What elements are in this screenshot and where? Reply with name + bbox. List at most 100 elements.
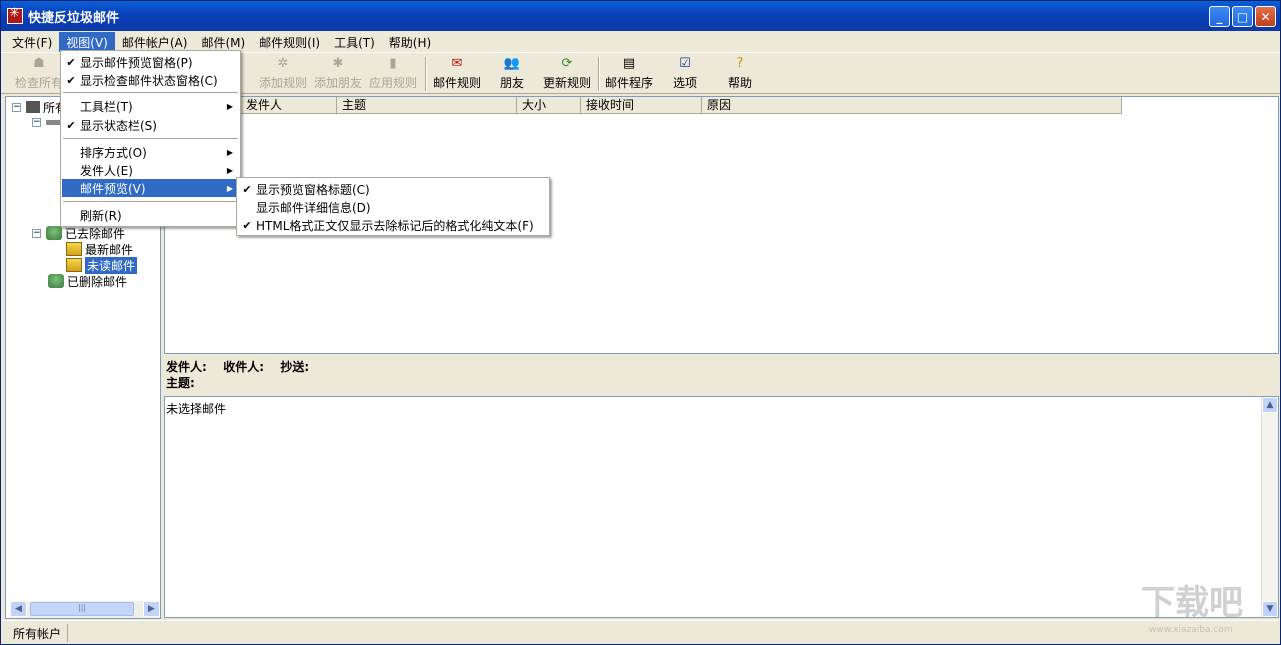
- menu-mail-preview-label: 邮件预览(V): [80, 181, 146, 196]
- toolbar-separator: [425, 57, 427, 91]
- friends-label: 朋友: [500, 76, 525, 90]
- update-rules-button[interactable]: ⟳ 更新规则: [543, 56, 591, 92]
- from-label: 发件人:: [166, 360, 207, 374]
- menu-rules[interactable]: 邮件规则(I): [252, 32, 327, 53]
- tree-removed-folder[interactable]: − 已去除邮件: [32, 225, 125, 241]
- tree-unread-folder[interactable]: 未读邮件: [66, 256, 138, 274]
- deleted-folder-label: 已删除邮件: [67, 274, 128, 289]
- help-button[interactable]: ? 帮助: [728, 56, 752, 92]
- menu-show-preview-pane-label: 显示邮件预览窗格(P): [80, 55, 193, 70]
- scroll-left-button[interactable]: ◀: [10, 601, 27, 617]
- checkmark-icon: ✔: [66, 118, 76, 132]
- title-bar[interactable]: 快捷反垃圾邮件 _ □ ✕: [1, 1, 1280, 31]
- help-icon: ?: [736, 56, 744, 71]
- menu-sender[interactable]: 发件人(E) ▶: [62, 161, 239, 179]
- preview-body-text: 未选择邮件: [166, 402, 227, 416]
- maximize-button[interactable]: □: [1232, 6, 1253, 27]
- scroll-up-button[interactable]: ▲: [1262, 397, 1278, 413]
- vertical-scrollbar[interactable]: ▲ ▼: [1261, 397, 1278, 617]
- menu-sort-label: 排序方式(O): [80, 145, 147, 160]
- add-friend-button[interactable]: ✱ 添加朋友: [314, 56, 362, 92]
- submenu-arrow-icon: ▶: [226, 183, 233, 193]
- window-title: 快捷反垃圾邮件: [28, 10, 120, 26]
- menu-tools[interactable]: 工具(T): [327, 32, 382, 53]
- preview-body[interactable]: 未选择邮件 ▲ ▼: [164, 396, 1279, 618]
- scroll-right-button[interactable]: ▶: [143, 601, 160, 617]
- menu-show-status-pane[interactable]: ✔ 显示检查邮件状态窗格(C): [62, 71, 239, 89]
- app-icon: [7, 6, 23, 24]
- collapse-icon[interactable]: −: [32, 117, 41, 127]
- submenu-show-mail-details[interactable]: 显示邮件详细信息(D): [238, 198, 548, 216]
- collapse-icon[interactable]: −: [32, 228, 41, 238]
- menu-toolbar-label: 工具栏(T): [80, 99, 133, 114]
- column-size[interactable]: 大小: [517, 97, 581, 114]
- mail-program-button[interactable]: ▤ 邮件程序: [605, 56, 653, 92]
- options-button[interactable]: ☑ 选项: [673, 56, 697, 92]
- update-rules-icon: ⟳: [561, 56, 573, 71]
- menu-mail-preview[interactable]: 邮件预览(V) ▶: [62, 179, 239, 197]
- apply-rule-button[interactable]: ▮ 应用规则: [369, 56, 417, 92]
- accounts-icon: [26, 101, 40, 113]
- column-reason[interactable]: 原因: [702, 97, 1122, 114]
- site-url-watermark: www.xiazaiba.com: [1149, 625, 1233, 635]
- friends-button[interactable]: 👥 朋友: [500, 56, 524, 92]
- tree-deleted-folder[interactable]: 已删除邮件: [48, 273, 127, 289]
- submenu-html-plain-text-label: HTML格式正文仅显示去除标记后的格式化纯文本(F): [256, 218, 534, 233]
- check-mail-icon: ☗: [33, 56, 45, 71]
- menu-show-preview-pane[interactable]: ✔ 显示邮件预览窗格(P): [62, 53, 239, 71]
- checkmark-icon: ✔: [66, 73, 76, 87]
- menu-show-status-pane-label: 显示检查邮件状态窗格(C): [80, 73, 218, 88]
- toolbar-separator: [598, 57, 600, 91]
- collapse-icon[interactable]: −: [12, 102, 21, 112]
- options-label: 选项: [673, 76, 698, 90]
- menu-separator: [63, 92, 238, 93]
- preview-header: 发件人: 收件人: 抄送: 主题:: [164, 355, 1279, 395]
- help-label: 帮助: [728, 76, 753, 90]
- menu-separator: [63, 201, 238, 202]
- add-friend-icon: ✱: [332, 56, 344, 71]
- newest-folder-label: 最新邮件: [85, 242, 134, 257]
- submenu-show-preview-title[interactable]: ✔ 显示预览窗格标题(C): [238, 180, 548, 198]
- close-button[interactable]: ✕: [1255, 6, 1276, 27]
- menu-file[interactable]: 文件(F): [5, 32, 59, 53]
- site-logo-watermark: 下载吧: [1141, 583, 1243, 623]
- menu-sender-label: 发件人(E): [80, 163, 133, 178]
- update-rules-label: 更新规则: [543, 76, 592, 90]
- unread-folder-label: 未读邮件: [85, 256, 138, 274]
- submenu-html-plain-text[interactable]: ✔ HTML格式正文仅显示去除标记后的格式化纯文本(F): [238, 216, 548, 234]
- menu-bar: 文件(F) 视图(V) 邮件帐户(A) 邮件(M) 邮件规则(I) 工具(T) …: [1, 31, 1280, 53]
- mail-rules-label: 邮件规则: [433, 76, 482, 90]
- menu-help[interactable]: 帮助(H): [382, 32, 438, 53]
- recycle-bin-icon: [46, 226, 62, 240]
- subject-label: 主题:: [166, 376, 195, 390]
- removed-folder-label: 已去除邮件: [65, 226, 126, 241]
- list-header: 发件人 主题 大小 接收时间 原因: [165, 97, 1122, 114]
- submenu-show-mail-details-label: 显示邮件详细信息(D): [256, 200, 371, 215]
- menu-sort[interactable]: 排序方式(O) ▶: [62, 143, 239, 161]
- column-sender[interactable]: 发件人: [241, 97, 337, 114]
- column-received[interactable]: 接收时间: [581, 97, 702, 114]
- add-rule-button[interactable]: ✲ 添加规则: [259, 56, 307, 92]
- check-all-button[interactable]: ☗ 检查所有: [15, 56, 63, 92]
- tree-newest-folder[interactable]: 最新邮件: [66, 241, 133, 257]
- menu-refresh[interactable]: 刷新(R): [62, 206, 239, 224]
- add-rule-label: 添加规则: [259, 76, 308, 90]
- menu-separator: [63, 138, 238, 139]
- minimize-button[interactable]: _: [1209, 6, 1230, 27]
- column-subject[interactable]: 主题: [337, 97, 517, 114]
- scroll-down-button[interactable]: ▼: [1262, 601, 1278, 617]
- to-label: 收件人:: [223, 360, 264, 374]
- recycle-bin-icon: [48, 274, 64, 288]
- apply-rule-icon: ▮: [389, 56, 397, 71]
- scroll-thumb[interactable]: |||: [30, 602, 134, 616]
- horizontal-scrollbar[interactable]: ◀ ||| ▶: [10, 601, 160, 618]
- envelope-icon: [66, 242, 82, 256]
- mail-rules-button[interactable]: ✉ 邮件规则: [433, 56, 481, 92]
- submenu-arrow-icon: ▶: [226, 165, 233, 175]
- menu-show-statusbar-label: 显示状态栏(S): [80, 118, 157, 133]
- mail-rules-icon: ✉: [451, 56, 463, 71]
- mail-program-icon: ▤: [622, 56, 636, 71]
- menu-toolbar[interactable]: 工具栏(T) ▶: [62, 97, 239, 115]
- add-rule-icon: ✲: [277, 56, 289, 71]
- menu-show-statusbar[interactable]: ✔ 显示状态栏(S): [62, 116, 239, 134]
